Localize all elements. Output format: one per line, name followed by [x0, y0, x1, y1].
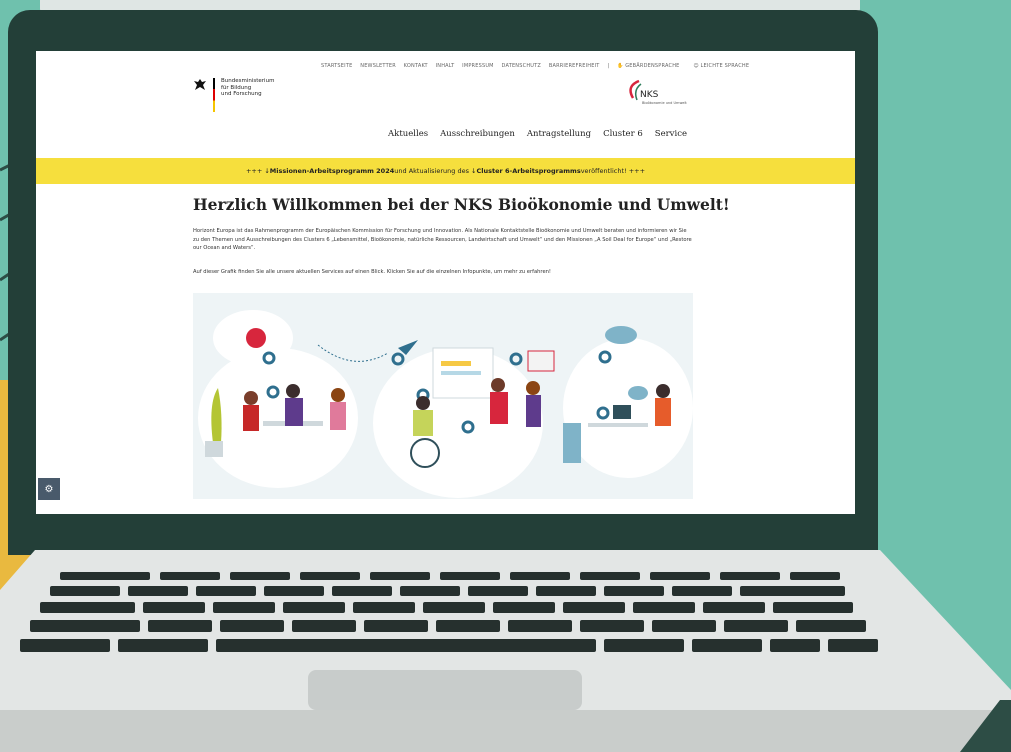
nav-service[interactable]: Service	[655, 129, 687, 139]
nks-logo-name: NKS	[640, 90, 659, 100]
util-link-datenschutz[interactable]: DATENSCHUTZ	[502, 63, 542, 69]
util-link-newsletter[interactable]: NEWSLETTER	[360, 63, 396, 69]
main-nav: Aktuelles Ausschreibungen Antragstellung…	[388, 129, 687, 139]
keyboard-deck	[0, 550, 1011, 752]
laptop-base	[0, 550, 1011, 752]
gear-icon: ⚙	[44, 483, 54, 495]
util-link-kontakt[interactable]: KONTAKT	[404, 63, 428, 69]
page-title: Herzlich Willkommen bei der NKS Bioökono…	[193, 195, 730, 214]
desk	[588, 423, 648, 427]
ministry-logo[interactable]: Bundesministerium für Bildung und Forsch…	[193, 78, 274, 112]
ministry-name: Bundesministerium für Bildung und Forsch…	[221, 78, 274, 98]
nav-antragstellung[interactable]: Antragstellung	[527, 129, 591, 139]
intro-paragraph: Horizont Europa ist das Rahmenprogramm d…	[193, 228, 692, 251]
util-link-leichte-sprache-label: LEICHTE SPRACHE	[700, 63, 750, 69]
nav-ausschreibungen[interactable]: Ausschreibungen	[440, 129, 515, 139]
util-link-startseite[interactable]: STARTSEITE	[321, 63, 352, 69]
banner-middle: und Aktualisierung des ↓	[394, 167, 477, 175]
util-link-gebaerdensprache-label: GEBÄRDENSPRACHE	[625, 63, 680, 69]
banner-suffix: veröffentlicht! +++	[580, 167, 646, 175]
banner-prefix: +++ ↓	[245, 167, 270, 175]
calendar-icon	[527, 350, 555, 372]
trackpad	[308, 670, 582, 710]
federal-eagle-icon	[194, 79, 206, 90]
flag-bar	[213, 78, 215, 112]
util-link-barrierefreiheit[interactable]: BARRIEREFREIHEIT	[549, 63, 600, 69]
util-link-leichte-sprache[interactable]: ☺ LEICHTE SPRACHE	[693, 63, 755, 69]
website-screen: STARTSEITE NEWSLETTER KONTAKT INHALT IMP…	[36, 51, 855, 514]
banner-link-missionen[interactable]: Missionen-Arbeitsprogramm 2024	[270, 167, 394, 175]
announcement-banner: +++ ↓ Missionen-Arbeitsprogramm 2024 und…	[36, 158, 855, 184]
nav-cluster-6[interactable]: Cluster 6	[603, 129, 643, 139]
util-separator: |	[607, 63, 610, 69]
graphic-note: Auf dieser Grafik finden Sie alle unsere…	[193, 269, 552, 275]
utility-nav: STARTSEITE NEWSLETTER KONTAKT INHALT IMP…	[321, 63, 761, 69]
ministry-line-3: und Forschung	[221, 91, 262, 97]
nks-logo-subtitle: Bioökonomie und Umwelt	[642, 101, 687, 105]
file-cabinet	[563, 423, 581, 463]
headset-icon	[246, 328, 266, 348]
ministry-line-1: Bundesministerium	[221, 78, 275, 84]
util-link-impressum[interactable]: IMPRESSUM	[462, 63, 494, 69]
services-illustration[interactable]	[193, 293, 693, 499]
settings-gear-button[interactable]: ⚙	[38, 478, 60, 500]
util-link-inhalt[interactable]: INHALT	[436, 63, 455, 69]
util-link-gebaerdensprache[interactable]: ✋ GEBÄRDENSPRACHE	[617, 63, 686, 69]
banner-link-cluster6[interactable]: Cluster 6-Arbeitsprogramms	[477, 167, 581, 175]
laptop-screen-icon	[613, 405, 631, 419]
nav-aktuelles[interactable]: Aktuelles	[388, 129, 428, 139]
cloud-icon	[605, 326, 637, 344]
